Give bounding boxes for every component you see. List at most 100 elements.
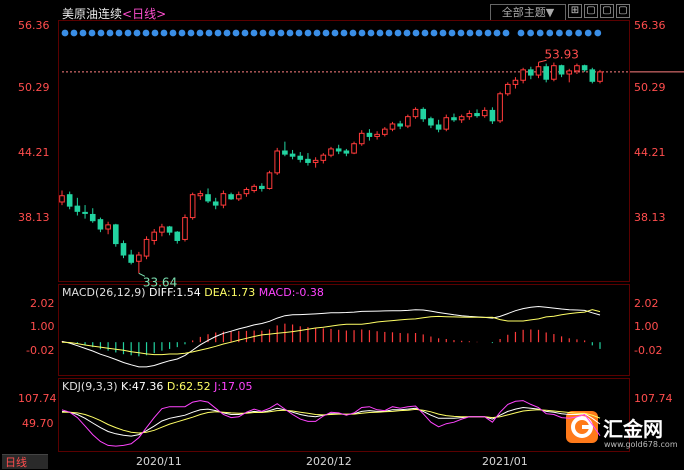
marker-dot bbox=[241, 29, 249, 37]
high-label: 53.93 bbox=[545, 47, 579, 61]
chart-svg: 53.93 33.64 bbox=[59, 29, 684, 447]
marker-dot bbox=[430, 29, 438, 37]
marker-dot bbox=[394, 29, 402, 37]
marker-dot bbox=[142, 29, 150, 37]
marker-dot bbox=[493, 29, 501, 37]
marker-dot bbox=[61, 29, 69, 37]
candle-body bbox=[335, 148, 342, 152]
marker-dot bbox=[367, 29, 375, 37]
candle-body bbox=[397, 123, 403, 127]
candle-body bbox=[143, 238, 150, 257]
candle-body bbox=[74, 205, 81, 212]
kdj-d-line bbox=[62, 408, 601, 434]
marker-dot bbox=[546, 29, 554, 37]
marker-dot bbox=[106, 29, 114, 37]
marker-dot bbox=[457, 29, 465, 37]
candle-body bbox=[366, 132, 373, 137]
candle-body bbox=[189, 194, 196, 219]
marker-dot bbox=[124, 29, 132, 37]
candle-body bbox=[274, 150, 281, 174]
candle-body bbox=[466, 113, 473, 118]
candle-body bbox=[151, 231, 158, 241]
candle-body bbox=[243, 188, 250, 195]
marker-dot bbox=[484, 29, 492, 37]
candle-body bbox=[266, 172, 273, 189]
candle-body bbox=[259, 185, 265, 189]
kdj-j-line bbox=[61, 400, 601, 447]
marker-dot bbox=[88, 29, 96, 37]
candle-body bbox=[328, 148, 334, 156]
marker-dot bbox=[196, 29, 204, 37]
marker-dot bbox=[517, 29, 525, 37]
candle-body bbox=[420, 108, 427, 120]
candle-body bbox=[112, 224, 119, 245]
candle-body bbox=[458, 116, 465, 121]
candle-body bbox=[205, 194, 211, 202]
marker-dot bbox=[268, 29, 276, 37]
marker-dot bbox=[286, 29, 294, 37]
candle-body bbox=[374, 133, 380, 137]
candle-body bbox=[235, 194, 242, 200]
marker-dot bbox=[295, 29, 303, 37]
candle-body bbox=[504, 83, 511, 95]
candle-body bbox=[97, 219, 104, 230]
marker-dot bbox=[259, 29, 267, 37]
marker-dot bbox=[250, 29, 258, 37]
candle-body bbox=[320, 154, 327, 161]
candle-body bbox=[174, 231, 181, 241]
marker-dot bbox=[151, 29, 159, 37]
candle-body bbox=[120, 243, 127, 256]
marker-dot bbox=[322, 29, 330, 37]
marker-dot bbox=[421, 29, 429, 37]
candle-body bbox=[428, 118, 434, 126]
candle-body bbox=[412, 108, 419, 118]
candle-body bbox=[166, 226, 173, 233]
candle-body bbox=[589, 69, 596, 82]
candle-body bbox=[105, 224, 111, 230]
candle-body bbox=[543, 66, 550, 80]
candle-body bbox=[312, 159, 319, 163]
marker-dot bbox=[594, 29, 602, 37]
candle-body bbox=[182, 217, 188, 240]
candle-body bbox=[358, 132, 365, 145]
marker-dot bbox=[313, 29, 321, 37]
candle-body bbox=[212, 201, 219, 206]
marker-dot bbox=[160, 29, 168, 37]
marker-dot bbox=[385, 29, 393, 37]
candle-body bbox=[220, 193, 227, 206]
candle-body bbox=[251, 185, 257, 192]
marker-dot bbox=[575, 29, 582, 37]
candle-body bbox=[551, 65, 557, 80]
marker-dot bbox=[403, 29, 411, 37]
candle-body bbox=[451, 117, 457, 121]
marker-dot bbox=[178, 29, 186, 37]
candle-body bbox=[282, 150, 288, 155]
candle-body bbox=[289, 153, 296, 157]
candle-body bbox=[489, 109, 496, 122]
marker-dot bbox=[223, 29, 231, 37]
candle-body bbox=[197, 193, 204, 197]
marker-dot bbox=[70, 29, 78, 37]
marker-dot bbox=[448, 29, 456, 37]
candle-body bbox=[512, 79, 519, 85]
candle-body bbox=[389, 123, 396, 130]
marker-dot bbox=[232, 29, 240, 37]
marker-dot bbox=[376, 29, 384, 37]
candle-body bbox=[351, 143, 357, 154]
candle-body bbox=[558, 65, 565, 75]
candle-body bbox=[520, 69, 526, 81]
marker-dot bbox=[556, 29, 563, 37]
candle-body bbox=[597, 71, 603, 82]
candle-body bbox=[443, 117, 450, 130]
marker-dot bbox=[214, 29, 222, 37]
marker-dot bbox=[133, 29, 141, 37]
candle-body bbox=[566, 70, 573, 75]
candle-body bbox=[474, 113, 480, 117]
marker-dot bbox=[466, 29, 474, 37]
candle-body bbox=[343, 150, 350, 154]
candle-body bbox=[82, 211, 88, 214]
marker-dot bbox=[584, 29, 592, 37]
candle-body bbox=[66, 194, 73, 207]
marker-dot bbox=[536, 29, 544, 37]
marker-dot bbox=[187, 29, 195, 37]
